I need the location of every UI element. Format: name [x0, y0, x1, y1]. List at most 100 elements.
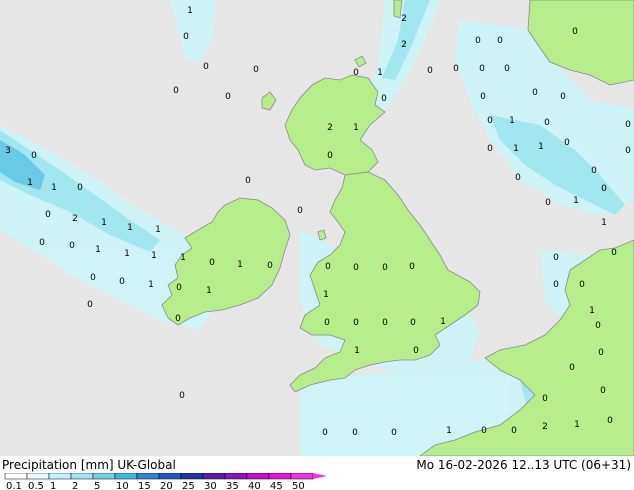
point-value: 2: [542, 422, 548, 432]
legend-color-swatch: [4, 473, 28, 480]
point-value: 0: [225, 92, 231, 102]
legend-color-swatch: [290, 473, 314, 480]
point-value: 0: [352, 428, 358, 438]
point-value: 1: [601, 218, 607, 228]
point-value: 0: [322, 428, 328, 438]
point-value: 2: [327, 123, 333, 133]
point-value: 0: [595, 321, 601, 331]
legend-color-swatch: [180, 473, 204, 480]
point-value: 0: [625, 146, 631, 156]
point-value: 0: [409, 262, 415, 272]
legend-tick-label: 45: [270, 481, 283, 490]
point-value: 1: [440, 317, 446, 327]
point-value: 0: [481, 426, 487, 436]
point-value: 0: [572, 27, 578, 37]
legend-tick-label: 25: [182, 481, 195, 490]
point-value: 0: [353, 263, 359, 273]
point-value: 1: [27, 178, 33, 188]
legend-tick-label: 10: [116, 481, 129, 490]
point-value: 0: [87, 300, 93, 310]
point-value: 0: [245, 176, 251, 186]
point-value: 0: [183, 32, 189, 42]
precipitation-map: 1202 0 000 0 0 1 0 0 0 000 0 0 0 02 10 1 0 03 0 00 1 1 0001 1 00…: [0, 0, 634, 456]
point-value: 0: [413, 346, 419, 356]
point-value: 1: [51, 183, 57, 193]
point-value: 0: [39, 238, 45, 248]
point-value: 0: [179, 391, 185, 401]
point-value: 0: [324, 318, 330, 328]
point-value: 0: [579, 280, 585, 290]
point-value: 0: [173, 86, 179, 96]
point-value: 2: [72, 214, 78, 224]
point-value: 0: [611, 248, 617, 258]
point-value: 1: [323, 290, 329, 300]
legend-arrow-icon: [313, 473, 327, 479]
point-value: 0: [175, 314, 181, 324]
point-value: 0: [601, 184, 607, 194]
point-value: 0: [480, 92, 486, 102]
point-value: 1: [509, 116, 515, 126]
color-scale-legend: 0.1 0.5 1 2 5 10 15 20 25 30 35 40 45 50: [4, 473, 327, 490]
point-value: 0: [391, 428, 397, 438]
point-value: 0: [607, 416, 613, 426]
point-value: 1: [589, 306, 595, 316]
legend-color-swatch: [268, 473, 292, 480]
legend-color-swatch: [136, 473, 160, 480]
point-value: 1: [180, 253, 186, 263]
point-value: 0: [410, 318, 416, 328]
point-value: 2: [401, 40, 407, 50]
legend-tick-label: 30: [204, 481, 217, 490]
point-value: 0: [297, 206, 303, 216]
legend-color-swatch: [224, 473, 248, 480]
point-value: 0: [90, 273, 96, 283]
point-value: 0: [591, 166, 597, 176]
legend-color-swatch: [92, 473, 116, 480]
point-value: 1: [187, 6, 193, 16]
point-value: 0: [545, 198, 551, 208]
legend-tick-label: 0.1: [6, 481, 22, 490]
legend-tick-label: 2: [72, 481, 78, 490]
point-value: 0: [353, 318, 359, 328]
point-value: 1: [237, 260, 243, 270]
point-value: 0: [253, 65, 259, 75]
valid-time: Mo 16-02-2026 12..13 UTC (06+31): [416, 458, 631, 472]
point-value: 0: [625, 120, 631, 130]
point-value: 0: [475, 36, 481, 46]
point-value: 0: [325, 262, 331, 272]
point-value: 0: [427, 66, 433, 76]
point-value: 0: [569, 363, 575, 373]
point-value: 0: [381, 94, 387, 104]
point-value: 0: [497, 36, 503, 46]
legend-color-swatch: [158, 473, 182, 480]
point-value: 0: [544, 118, 550, 128]
point-value: 1: [206, 286, 212, 296]
point-value: 0: [176, 283, 182, 293]
point-value: 1: [377, 68, 383, 78]
point-value: 1: [538, 142, 544, 152]
point-value: 0: [600, 386, 606, 396]
point-value: 0: [598, 348, 604, 358]
point-value: 3: [5, 146, 11, 156]
legend-color-swatch: [202, 473, 226, 480]
legend-color-swatch: [70, 473, 94, 480]
point-value: 0: [487, 144, 493, 154]
point-value: 1: [573, 196, 579, 206]
point-value: 0: [267, 261, 273, 271]
point-value: 1: [155, 225, 161, 235]
point-value: 0: [31, 151, 37, 161]
point-value: 0: [453, 64, 459, 74]
legend-tick-label: 0.5: [28, 481, 44, 490]
point-value: 1: [354, 346, 360, 356]
point-value: 1: [148, 280, 154, 290]
map-footer: Precipitation [mm] UK-Global Mo 16-02-20…: [0, 456, 634, 490]
legend-color-swatch: [246, 473, 270, 480]
point-value: 1: [151, 251, 157, 261]
map-title: Precipitation [mm] UK-Global: [2, 458, 176, 472]
point-value: 0: [542, 394, 548, 404]
legend-tick-label: 35: [226, 481, 239, 490]
point-value: 0: [119, 277, 125, 287]
legend-tick-label: 1: [50, 481, 56, 490]
point-value: 0: [504, 64, 510, 74]
point-value: 0: [45, 210, 51, 220]
point-value: 0: [69, 241, 75, 251]
